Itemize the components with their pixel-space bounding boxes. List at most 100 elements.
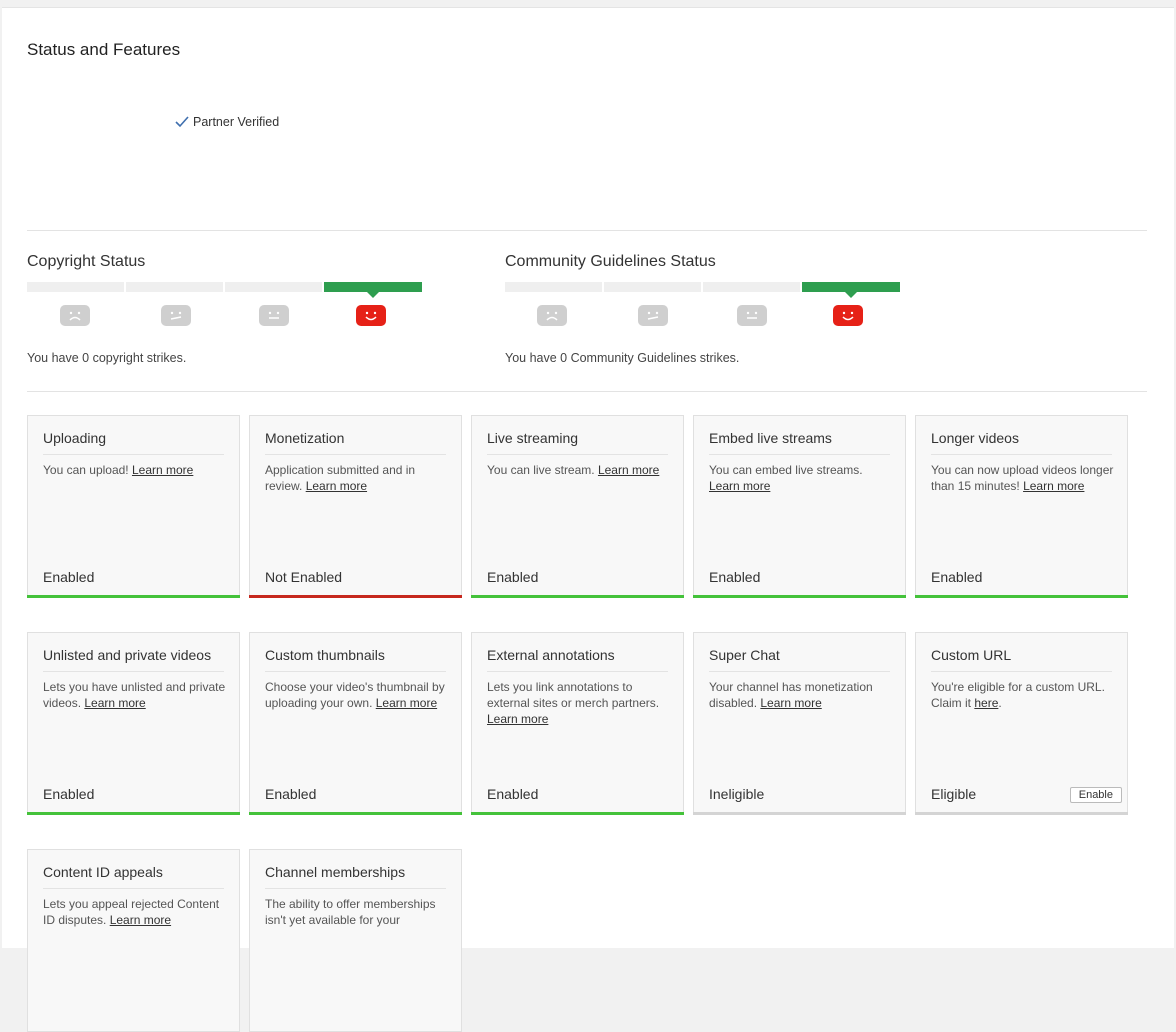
feature-status-bar (27, 812, 240, 815)
partner-verified-label: Partner Verified (193, 115, 280, 129)
enable-button[interactable]: Enable (1069, 787, 1122, 803)
feature-title: Channel memberships (265, 864, 446, 889)
feature-status-bar (693, 595, 906, 598)
divider (27, 391, 1147, 392)
feature-status: Enabled (43, 786, 95, 802)
learn-more-link[interactable]: Learn more (598, 463, 659, 477)
learn-more-link[interactable]: Learn more (1023, 479, 1084, 493)
learn-more-link[interactable]: Learn more (306, 479, 367, 493)
feature-card: Live streaming You can live stream. Learn… (471, 415, 684, 598)
feature-description: Choose your video's thumbnail by uploadi… (265, 679, 449, 711)
feature-description: You're eligible for a custom URL. Claim … (931, 679, 1115, 711)
feature-status-bar (471, 812, 684, 815)
feature-description: You can upload! Learn more (43, 462, 227, 478)
feature-status: Ineligible (709, 786, 765, 802)
meter-segment (703, 282, 800, 292)
feature-title: Uploading (43, 430, 224, 455)
feature-card: Longer videos You can now upload videos l… (915, 415, 1128, 598)
learn-more-link[interactable]: Learn more (760, 696, 821, 710)
meter-segment (225, 282, 322, 292)
sad-face-icon (537, 305, 567, 326)
feature-title: Content ID appeals (43, 864, 224, 889)
feature-description-text: You're eligible for a custom URL. Claim … (931, 680, 1105, 710)
feature-card: External annotations Lets you link annota… (471, 632, 684, 815)
feature-status-bar (471, 595, 684, 598)
feature-card: Custom URL You're eligible for a custom U… (915, 632, 1128, 815)
feature-title: External annotations (487, 647, 668, 672)
uneasy-face-icon (638, 305, 668, 326)
meter-pointer (845, 292, 857, 298)
divider (27, 230, 1147, 231)
community-strikes-text: You have 0 Community Guidelines strikes. (505, 351, 740, 365)
feature-status-bar (693, 812, 906, 815)
feature-title: Super Chat (709, 647, 890, 672)
feature-description: The ability to offer memberships isn't y… (265, 896, 449, 928)
happy-face-icon (833, 305, 863, 326)
feature-status-bar (27, 595, 240, 598)
feature-card: Content ID appeals Lets you appeal reject… (27, 849, 240, 1032)
learn-more-link[interactable]: Learn more (84, 696, 145, 710)
page-title: Status and Features (27, 40, 181, 59)
feature-title: Embed live streams (709, 430, 890, 455)
copyright-status: Copyright Status You have 0 copyright st… (27, 253, 447, 365)
neutral-face-icon (737, 305, 767, 326)
feature-status-bar (249, 812, 462, 815)
feature-status: Enabled (709, 569, 761, 585)
feature-status: Enabled (487, 569, 539, 585)
feature-title: Monetization (265, 430, 446, 455)
feature-title: Live streaming (487, 430, 668, 455)
feature-status: Not Enabled (265, 569, 343, 585)
learn-more-link[interactable]: Learn more (132, 463, 193, 477)
feature-description: Lets you appeal rejected Content ID disp… (43, 896, 227, 928)
meter-segment-active (802, 282, 900, 292)
feature-description: Lets you have unlisted and private video… (43, 679, 227, 711)
meter-segment (505, 282, 602, 292)
community-guidelines-status: Community Guidelines Status You have 0 C… (505, 253, 925, 365)
feature-status: Enabled (265, 786, 317, 802)
feature-status: Enabled (931, 569, 983, 585)
partner-verified: Partner Verified (175, 115, 279, 129)
feature-description-text: The ability to offer memberships isn't y… (265, 897, 436, 927)
learn-more-link[interactable]: Learn more (487, 712, 548, 726)
checkmark-icon (175, 116, 189, 128)
meter-segment (126, 282, 223, 292)
copyright-strikes-text: You have 0 copyright strikes. (27, 351, 187, 365)
sad-face-icon (60, 305, 90, 326)
feature-title: Custom thumbnails (265, 647, 446, 672)
feature-status: Enabled (43, 569, 95, 585)
feature-status-bar (915, 595, 1128, 598)
feature-card: Custom thumbnails Choose your video's thu… (249, 632, 462, 815)
feature-title: Unlisted and private videos (43, 647, 224, 672)
feature-card: Channel memberships The ability to offer … (249, 849, 462, 1032)
neutral-face-icon (259, 305, 289, 326)
feature-description: Your channel has monetization disabled. … (709, 679, 893, 711)
feature-card: Embed live streams You can embed live str… (693, 415, 906, 598)
meter-pointer (367, 292, 379, 298)
feature-description-text: Lets you link annotations to external si… (487, 680, 660, 710)
feature-card: Unlisted and private videos Lets you have… (27, 632, 240, 815)
feature-description: Lets you link annotations to external si… (487, 679, 671, 727)
feature-card: Monetization Application submitted and in… (249, 415, 462, 598)
feature-description-text: You can embed live streams. (709, 463, 863, 477)
feature-status: Enabled (487, 786, 539, 802)
feature-description-text: You can upload! (43, 463, 132, 477)
feature-description: You can embed live streams. Learn more (709, 462, 893, 494)
community-meter (505, 282, 903, 326)
community-status-title: Community Guidelines Status (505, 253, 716, 270)
learn-more-link[interactable]: Learn more (709, 479, 770, 493)
learn-more-link[interactable]: Learn more (376, 696, 437, 710)
feature-description: You can live stream. Learn more (487, 462, 671, 478)
learn-more-link[interactable]: here (974, 696, 998, 710)
meter-segment (604, 282, 701, 292)
feature-status-bar (915, 812, 1128, 815)
feature-card: Uploading You can upload! Learn more Enabl… (27, 415, 240, 598)
happy-face-icon (356, 305, 386, 326)
feature-status-bar (249, 595, 462, 598)
feature-description-text: You can live stream. (487, 463, 598, 477)
meter-segment (27, 282, 124, 292)
copyright-status-title: Copyright Status (27, 253, 146, 270)
feature-description: Application submitted and in review. Lea… (265, 462, 449, 494)
feature-description: You can now upload videos longer than 15… (931, 462, 1115, 494)
feature-status: Eligible (931, 786, 977, 802)
status-features-panel: Status and Features Partner Verified Cop… (2, 7, 1174, 1032)
